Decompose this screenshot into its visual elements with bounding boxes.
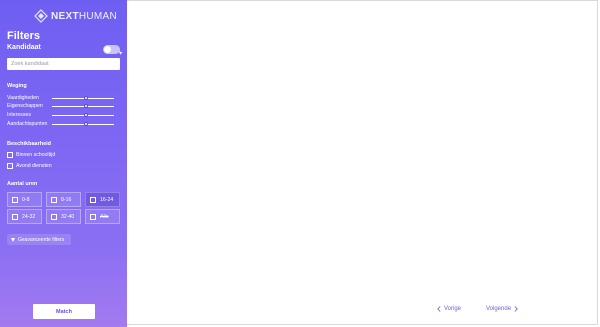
checkbox[interactable] (90, 213, 96, 220)
logo-mark-icon (34, 9, 48, 23)
hours-option-16-24[interactable]: 16-24 (85, 192, 120, 207)
beschikbaarheid-heading: Beschikbaarheid (7, 141, 52, 147)
hours-option-24-32[interactable]: 24-32 (7, 209, 42, 224)
hours-label: 24-32 (22, 213, 36, 220)
hours-option-alle[interactable]: Alle (85, 209, 120, 224)
checkbox-label: Avond diensten (16, 163, 52, 169)
pointer-cursor-icon (119, 51, 123, 55)
slider-track[interactable] (52, 124, 114, 125)
advanced-filters-label: Geavanceerde filters (18, 236, 65, 243)
slider-eigenschappen[interactable]: Eigenschappen (7, 103, 120, 109)
hours-label: 16-24 (100, 196, 114, 203)
hours-label: Alle (100, 213, 109, 220)
slider-vaardigheden[interactable]: Vaardigheden (7, 95, 120, 101)
aantal-uren-heading: Aantal uren (7, 181, 38, 187)
slider-interesses[interactable]: Interesses (7, 112, 120, 118)
chevron-left-icon (437, 306, 441, 312)
checkbox[interactable] (12, 196, 18, 203)
next-page-link[interactable]: Volgende (486, 304, 518, 314)
next-label: Volgende (486, 306, 512, 312)
slider-track[interactable] (52, 115, 114, 116)
checkbox[interactable] (12, 213, 18, 220)
advanced-filters-toggle[interactable]: Geavanceerde filters (7, 234, 71, 245)
kandidaat-toggle[interactable] (103, 45, 120, 54)
checkbox[interactable] (90, 196, 96, 203)
slider-handle[interactable] (84, 122, 88, 126)
previous-label: Vorige (444, 306, 462, 312)
slider-label: Aandachtspunten (7, 121, 48, 127)
search-input[interactable] (7, 58, 120, 70)
slider-label: Vaardigheden (7, 95, 39, 101)
hours-option-32-40[interactable]: 32-40 (46, 209, 81, 224)
checkbox-binnen-schooltijd[interactable]: Binnen schooltijd (7, 151, 55, 159)
caret-down-icon (11, 237, 15, 242)
checkbox-label: Binnen schooltijd (16, 152, 56, 158)
kandidaat-label: Kandidaat (7, 44, 41, 51)
slider-label: Eigenschappen (7, 103, 43, 109)
filter-sidebar: NEXTHUMAN Filters Kandidaat Weging Vaard… (0, 0, 127, 327)
hours-label: 0-8 (22, 196, 30, 203)
slider-track[interactable] (52, 98, 114, 99)
previous-page-link[interactable]: Vorige (437, 304, 461, 314)
match-button[interactable]: Match (33, 304, 95, 319)
sidebar-title: Filters (7, 30, 41, 42)
hours-label: 8-16 (61, 196, 72, 203)
checkbox[interactable] (51, 196, 57, 203)
slider-handle[interactable] (84, 96, 88, 100)
hours-label: 32-40 (61, 213, 75, 220)
slider-label: Interesses (7, 112, 31, 118)
slider-track[interactable] (52, 106, 114, 107)
hours-option-8-16[interactable]: 8-16 (46, 192, 81, 207)
brand-name: NEXTHUMAN (51, 10, 118, 22)
weging-heading: Weging (7, 83, 27, 89)
checkbox[interactable] (51, 213, 57, 220)
brand-logo: NEXTHUMAN (34, 9, 117, 23)
slider-aandachtspunten[interactable]: Aandachtspunten (7, 121, 120, 127)
slider-handle[interactable] (84, 113, 88, 117)
checkbox[interactable] (7, 163, 13, 169)
slider-handle[interactable] (84, 104, 88, 108)
checkbox-avond-diensten[interactable]: Avond diensten (7, 162, 52, 170)
chevron-right-icon (514, 306, 518, 312)
checkbox[interactable] (7, 152, 13, 158)
toggle-knob (104, 46, 111, 53)
hours-option-0-8[interactable]: 0-8 (7, 192, 42, 207)
